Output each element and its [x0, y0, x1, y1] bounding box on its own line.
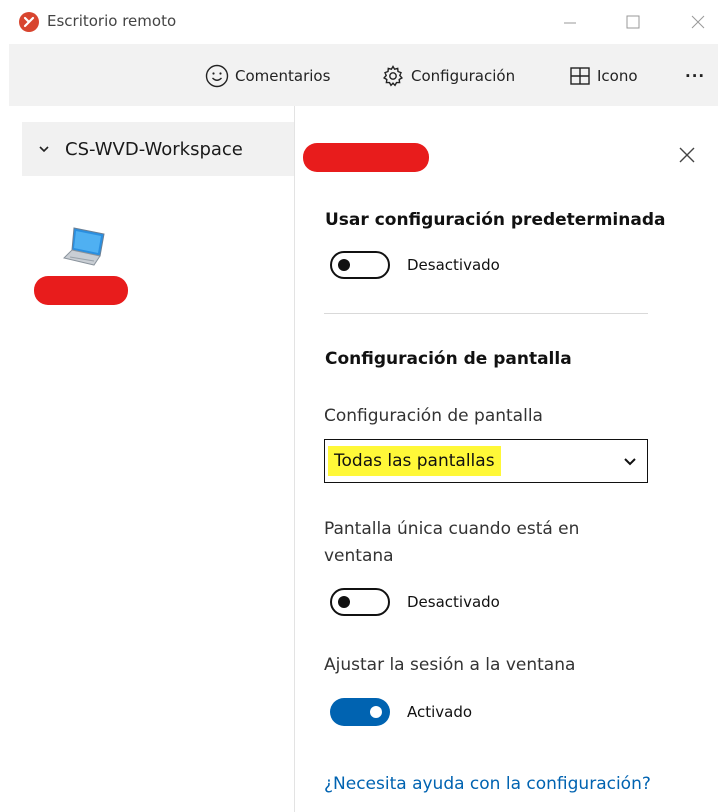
maximize-icon [626, 15, 640, 29]
close-window-button[interactable] [678, 6, 718, 38]
display-configuration-label: Configuración de pantalla [324, 406, 543, 426]
close-icon [691, 15, 705, 29]
single-display-toggle-label: Desactivado [407, 593, 500, 611]
gear-icon [383, 65, 403, 87]
settings-label: Configuración [411, 67, 516, 85]
single-display-label: Pantalla única cuando está en ventana [324, 519, 580, 566]
feedback-button[interactable]: Comentarios [205, 64, 330, 88]
toggle-knob [338, 596, 350, 608]
chevron-down-icon [624, 458, 636, 466]
fit-session-toggle-label: Activado [407, 703, 473, 721]
maximize-button[interactable] [613, 6, 653, 38]
default-settings-heading: Usar configuración predeterminada [325, 210, 666, 230]
toggle-knob [370, 706, 382, 718]
display-select-value: Todas las pantallas [328, 446, 501, 476]
more-icon: ··· [685, 67, 706, 85]
laptop-icon [63, 227, 105, 266]
tile-view-button[interactable]: Icono [569, 64, 638, 88]
more-options-button[interactable]: ··· [685, 64, 705, 88]
tile-grid-icon [570, 67, 590, 85]
window-title: Escritorio remoto [47, 12, 177, 30]
default-settings-toggle-label: Desactivado [407, 256, 500, 274]
smiley-icon [205, 64, 229, 88]
tile-view-label: Icono [597, 67, 638, 85]
title-bar: Escritorio remoto [0, 0, 718, 44]
section-divider [324, 313, 648, 314]
chevron-down-icon [39, 146, 49, 153]
single-display-toggle[interactable] [330, 588, 390, 616]
display-configuration-select[interactable]: Todas las pantallas [324, 439, 648, 483]
redacted-panel-title [303, 143, 429, 172]
minimize-icon [564, 22, 576, 24]
toggle-knob [338, 259, 350, 271]
fit-session-label: Ajustar la sesión a la ventana [324, 655, 576, 675]
settings-button[interactable]: Configuración [381, 64, 515, 88]
remote-desktop-app-icon [19, 12, 39, 32]
settings-panel: Usar configuración predeterminada Desact… [295, 106, 718, 812]
workspace-header[interactable]: CS-WVD-Workspace [22, 122, 294, 176]
close-panel-icon[interactable] [678, 146, 696, 164]
toolbar: Comentarios Configuración Icono ··· [9, 44, 718, 106]
default-settings-toggle[interactable] [330, 251, 390, 279]
display-settings-heading: Configuración de pantalla [325, 349, 572, 369]
settings-help-link[interactable]: ¿Necesita ayuda con la configuración? [324, 774, 651, 794]
redacted-desktop-name [34, 276, 128, 305]
workspace-name: CS-WVD-Workspace [65, 138, 243, 160]
workspace-sidebar: CS-WVD-Workspace [0, 106, 295, 812]
feedback-label: Comentarios [235, 67, 331, 85]
minimize-button[interactable] [550, 6, 590, 38]
fit-session-toggle[interactable] [330, 698, 390, 726]
remote-desktop-tile[interactable] [60, 224, 106, 272]
